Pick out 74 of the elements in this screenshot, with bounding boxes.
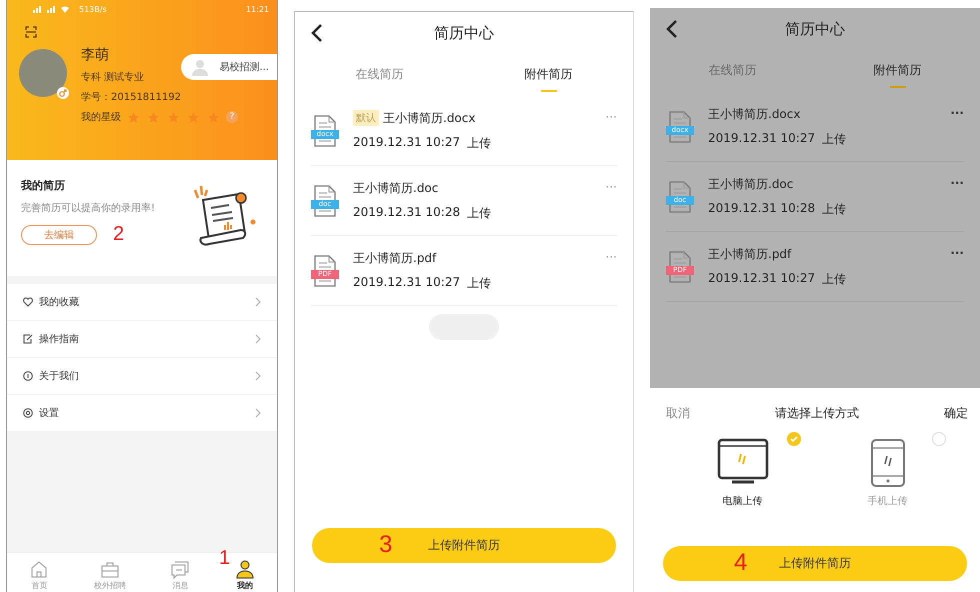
scan-icon[interactable]	[25, 26, 37, 38]
status-time: 11:21	[246, 4, 269, 14]
network-speed: 513B/s	[79, 4, 107, 14]
star-level-label: 我的星级	[81, 110, 121, 124]
star-icon	[147, 110, 160, 124]
upload-time: 2019.12.31 10:27	[708, 270, 816, 286]
document-icon	[23, 334, 33, 344]
check-icon	[788, 434, 798, 444]
file-name: 王小博简历.docx	[383, 110, 476, 126]
annotation-number: 4	[734, 549, 748, 577]
chat-icon	[170, 559, 190, 579]
chevron-icon	[255, 371, 261, 381]
person-silhouette-icon	[191, 58, 210, 76]
radio-button[interactable]	[786, 432, 800, 446]
more-button[interactable]: ···	[950, 246, 964, 260]
page-title: 简历中心	[785, 20, 845, 38]
upload-time: 2019.12.31 10:28	[353, 204, 460, 220]
info-icon	[23, 371, 33, 381]
default-badge: 默认	[353, 110, 379, 126]
user-name: 李萌	[81, 46, 110, 64]
annotation-number: 1	[219, 547, 230, 570]
user-major: 专科 测试专业	[81, 70, 146, 84]
student-id: 学号：20151811192	[81, 91, 182, 104]
cancel-button[interactable]: 取消	[666, 404, 690, 422]
upload-time: 2019.12.31 10:27	[353, 274, 460, 290]
radio-button[interactable]	[932, 432, 946, 446]
file-name: 王小博简历.doc	[353, 180, 438, 196]
home-icon	[29, 559, 50, 579]
male-icon	[57, 87, 69, 99]
chevron-icon	[255, 297, 261, 307]
annotation-number: 2	[113, 223, 124, 246]
chevron-icon	[255, 408, 261, 418]
upload-status: 上传	[467, 204, 492, 222]
annotation-number: 3	[379, 531, 392, 559]
upload-status: 上传	[467, 134, 492, 152]
upload-status: 上传	[822, 130, 846, 148]
upload-time: 2019.12.31 10:28	[708, 200, 816, 216]
upload-status: 上传	[467, 274, 492, 292]
menu-item[interactable]: 我的收藏	[7, 284, 277, 321]
file-name: 王小博简历.docx	[708, 106, 800, 122]
sheet-title: 请选择上传方式	[775, 404, 859, 422]
tab[interactable]: 附件简历	[815, 50, 980, 92]
photo-placeholder	[19, 49, 67, 97]
menu-item[interactable]: 关于我们	[7, 358, 277, 395]
star-icon	[167, 110, 180, 124]
heart-icon	[23, 297, 33, 307]
person-icon	[234, 559, 255, 579]
upload-status: 上传	[822, 270, 846, 288]
card-subtitle: 完善简历可以提高你的录用率!	[21, 202, 156, 215]
menu-item[interactable]: 设置	[7, 395, 277, 432]
tab[interactable]: 附件简历	[464, 54, 633, 96]
tab-bar-item[interactable]: 校外招聘	[94, 559, 126, 591]
more-button[interactable]: ···	[950, 176, 964, 190]
menu-item[interactable]: 操作指南	[7, 321, 277, 358]
upload-time: 2019.12.31 10:27	[353, 134, 460, 150]
school-switch-button[interactable]: 易校招测...	[181, 54, 277, 80]
confirm-button[interactable]: 确定	[944, 404, 968, 422]
card-title: 我的简历	[21, 178, 66, 193]
file-name: 王小博简历.pdf	[353, 250, 436, 266]
back-icon[interactable]	[666, 19, 678, 39]
star-icon	[127, 110, 140, 124]
upload-option[interactable]: 电脑上传	[716, 438, 768, 508]
file-name: 王小博简历.doc	[708, 176, 794, 192]
chevron-icon	[255, 334, 261, 344]
upload-status: 上传	[822, 200, 846, 218]
page-title: 简历中心	[434, 24, 494, 42]
phone-icon	[870, 438, 906, 488]
settings-icon	[23, 408, 33, 418]
file-name: 王小博简历.pdf	[708, 246, 792, 262]
more-button[interactable]: ···	[950, 106, 964, 120]
back-icon[interactable]	[311, 23, 323, 43]
tab[interactable]: 在线简历	[295, 54, 464, 96]
tab-bar-item[interactable]: 我的	[234, 559, 255, 591]
upload-time: 2019.12.31 10:27	[708, 130, 816, 146]
